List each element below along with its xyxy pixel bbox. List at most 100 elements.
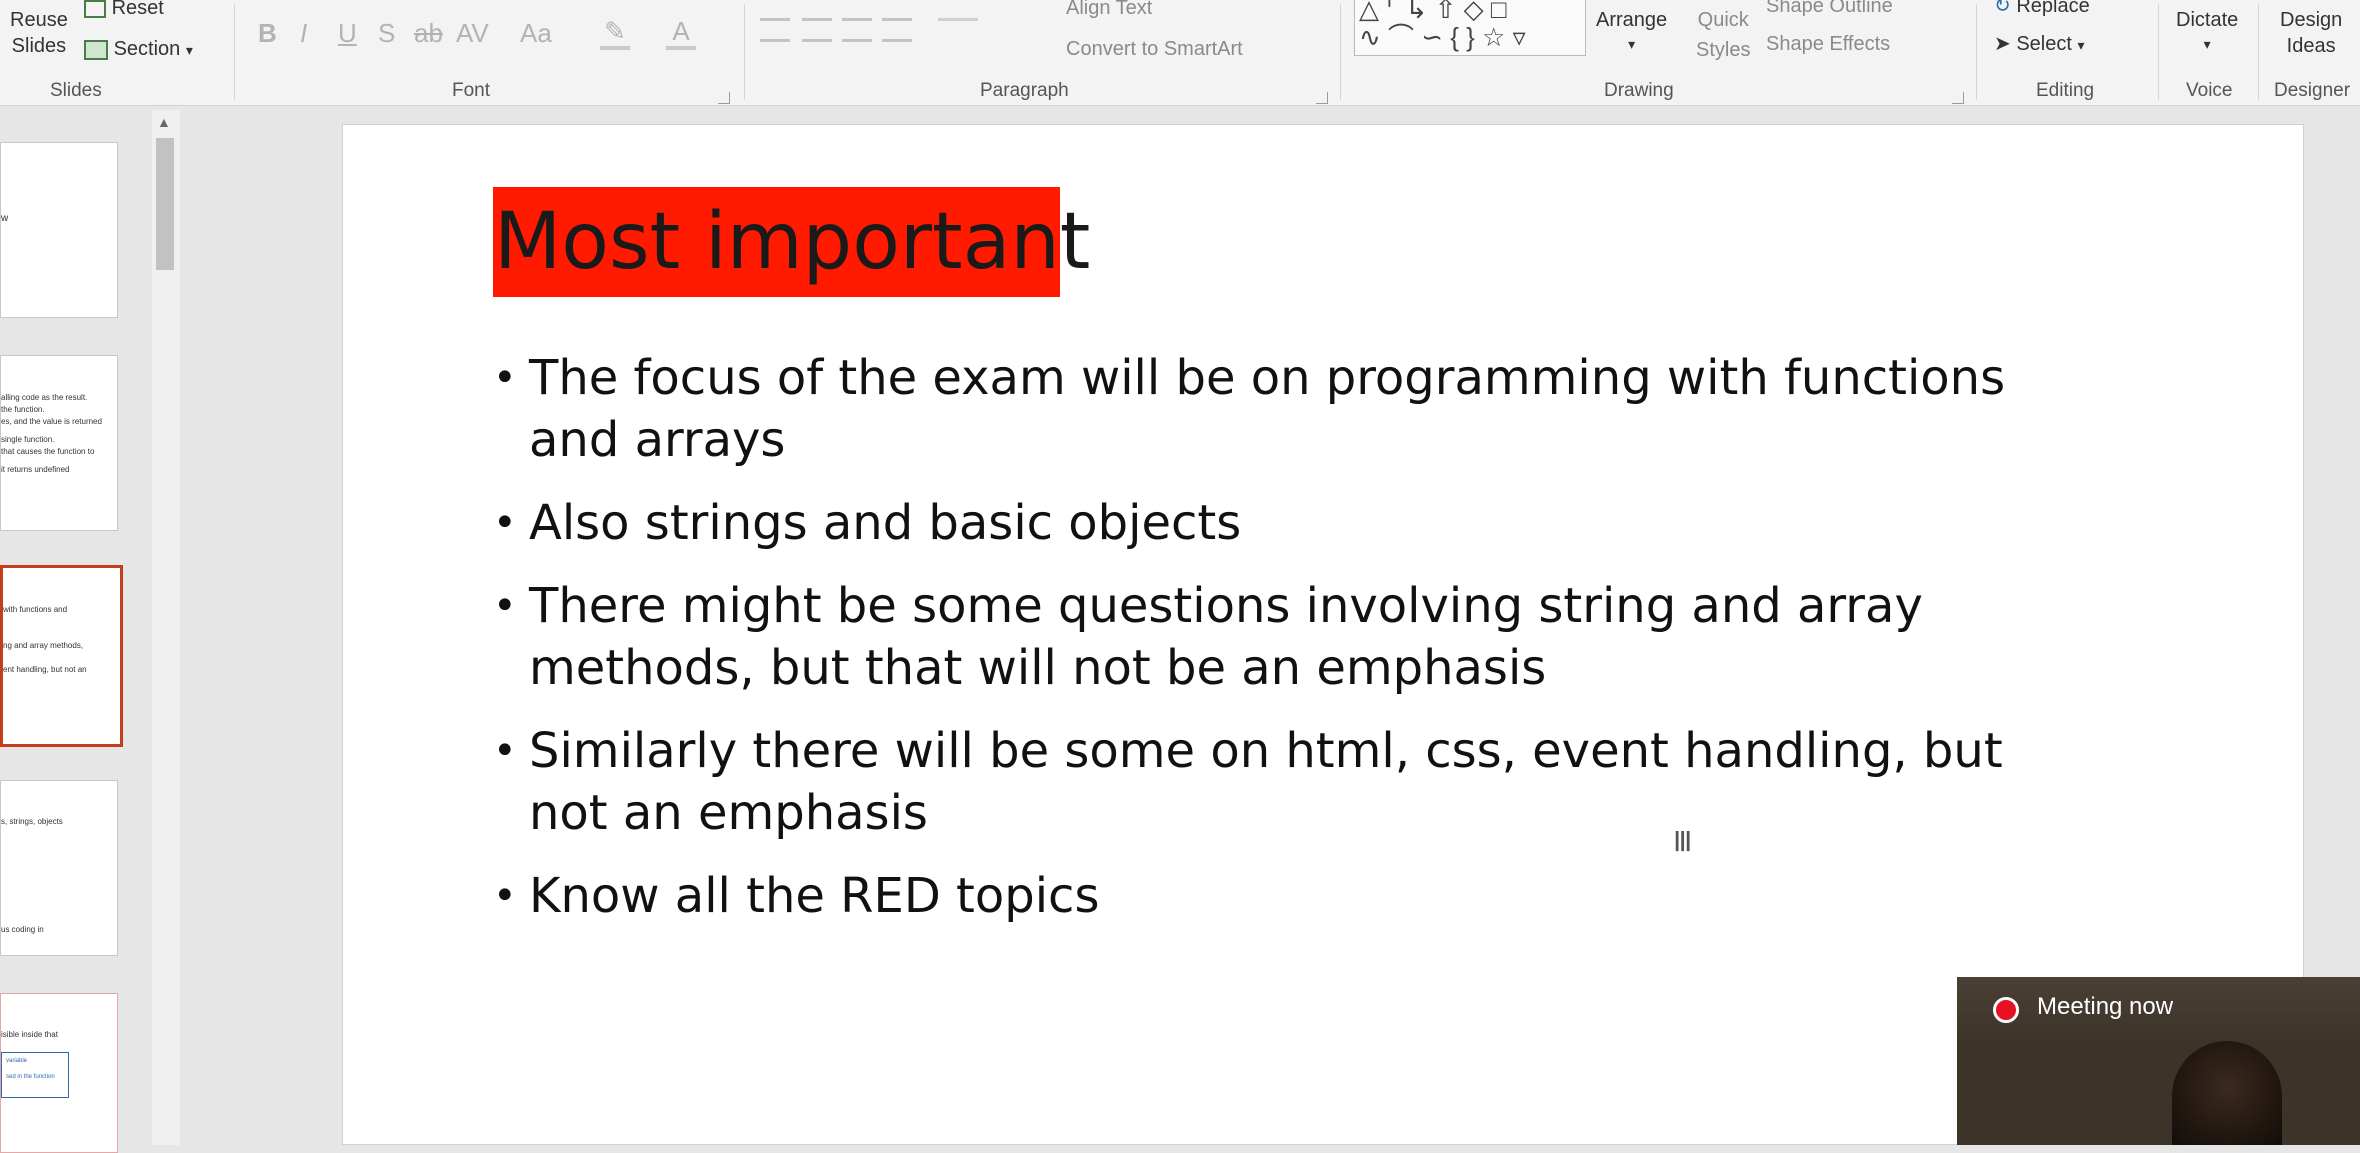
divider [1976, 4, 1977, 100]
quick-styles-button[interactable]: Quick Styles [1696, 8, 1750, 62]
bullet-text: The focus of the exam will be on program… [529, 350, 2006, 468]
thumbnail-line: sed in the function [6, 1074, 55, 1080]
slide-thumbnail[interactable]: w [0, 142, 118, 318]
strikethrough-button[interactable]: ab [414, 18, 443, 48]
scrollbar-thumb[interactable] [156, 138, 174, 270]
thumbnail-scrollbar[interactable]: ▲ [152, 110, 180, 1145]
bullet-icon: • [493, 500, 517, 546]
thumbnail-line: the function. [1, 405, 45, 414]
replace-button[interactable]: ↻ Replace [1994, 0, 2090, 18]
divider [2158, 4, 2159, 100]
arrange-label: Arrange [1596, 9, 1668, 31]
scroll-up-arrow-icon[interactable]: ▲ [157, 114, 171, 130]
thumbnail-text: w [1, 213, 9, 224]
bullet-text: Similarly there will be some on html, cs… [529, 723, 2003, 841]
design-ideas-button[interactable]: Design Ideas [2280, 8, 2342, 58]
bullet-icon: • [493, 355, 517, 401]
thumbnail-line: single function. [1, 435, 55, 444]
character-spacing-button[interactable]: AV [456, 18, 489, 48]
align-text-label: Align Text [1066, 0, 1153, 19]
section-label: Section [113, 38, 181, 60]
bullet-text: Also strings and basic objects [529, 495, 1242, 551]
bullet-item: • Know all the RED topics [493, 865, 2093, 927]
participant-video [2172, 1041, 2282, 1145]
chevron-down-icon: ▾ [2203, 36, 2211, 52]
divider [1340, 4, 1341, 100]
slide-thumbnail[interactable]: s, strings, objects us coding in [0, 780, 118, 956]
reuse-label: Reuse [10, 9, 68, 31]
group-label-voice: Voice [2186, 80, 2233, 101]
bullet-icon: • [493, 728, 517, 774]
align-left-icon[interactable] [760, 18, 790, 42]
chevron-down-icon: ▾ [1628, 36, 1636, 52]
divider [744, 4, 745, 100]
group-label-slides: Slides [50, 80, 102, 101]
convert-smartart-button[interactable]: Convert to SmartArt [1066, 37, 1243, 61]
shapes-gallery[interactable]: △ ⌜ ↳ ⇧ ◇ □ ∿ ⌒ ∽ { } ☆ ▿ [1354, 0, 1586, 56]
slide-thumbnail[interactable]: isible inside that variable sed in the f… [0, 993, 118, 1153]
paragraph-dialog-launcher-icon[interactable] [1316, 92, 1328, 104]
thumbnail-line: with functions and [3, 605, 68, 614]
bullet-item: • The focus of the exam will be on progra… [493, 347, 2093, 471]
slide-body-placeholder[interactable]: • The focus of the exam will be on progra… [493, 347, 2093, 948]
dictate-label: Dictate [2176, 9, 2239, 31]
group-label-designer: Designer [2274, 80, 2351, 101]
slide-thumbnail[interactable]: alling code as the result. the function.… [0, 355, 118, 531]
section-button[interactable]: Section ▾ [84, 37, 193, 62]
align-center-icon[interactable] [802, 18, 832, 42]
bullet-icon: • [493, 583, 517, 629]
meeting-label: Meeting now [2037, 993, 2174, 1020]
thumbnail-line: us coding in [1, 925, 44, 934]
drawing-dialog-launcher-icon[interactable] [1952, 92, 1964, 104]
ideas-label: Ideas [2286, 35, 2336, 57]
bullet-item: • Similarly there will be some on html, c… [493, 720, 2093, 844]
align-right-icon[interactable] [842, 18, 872, 42]
columns-icon[interactable] [938, 18, 978, 38]
slide-thumbnail-selected[interactable]: with functions and ng and array methods,… [0, 565, 123, 747]
text-shadow-button[interactable]: S [378, 18, 395, 48]
recording-indicator-icon [1993, 997, 2019, 1023]
justify-icon[interactable] [882, 18, 912, 42]
italic-button[interactable]: I [300, 18, 307, 48]
dictate-button[interactable]: Dictate ▾ [2176, 8, 2238, 56]
highlight-icon[interactable]: ✎ [600, 16, 630, 50]
shape-outline-button[interactable]: Shape Outline [1766, 0, 1893, 18]
slides-label: Slides [11, 35, 67, 57]
cursor-icon: ➤ [1994, 33, 2011, 55]
reset-button[interactable]: Reset [84, 0, 164, 20]
select-label: Select [2016, 33, 2072, 55]
reset-icon [84, 0, 106, 18]
shape-effects-label: Shape Effects [1766, 33, 1891, 55]
ribbon: Reuse Slides Reset Section ▾ Slides B I … [0, 0, 2360, 106]
thumbnail-line: alling code as the result. [1, 393, 88, 402]
reuse-slides-button[interactable]: Reuse Slides [10, 8, 68, 58]
change-case-button[interactable]: Aa [520, 18, 552, 48]
meeting-video-overlay[interactable]: Meeting now [1957, 977, 2360, 1145]
bullet-text: There might be some questions involving … [529, 578, 1923, 696]
styles-label: Styles [1696, 39, 1751, 61]
convert-smartart-label: Convert to SmartArt [1066, 38, 1243, 60]
meeting-header: Meeting now [1957, 977, 2360, 1043]
shape-effects-button[interactable]: Shape Effects [1766, 32, 1890, 56]
section-icon [84, 39, 108, 60]
underline-button[interactable]: U [338, 18, 357, 48]
thumbnail-text: alling code as the result. the function.… [1, 392, 102, 476]
arrange-button[interactable]: Arrange ▾ [1596, 8, 1667, 56]
divider [2258, 4, 2259, 100]
bold-button[interactable]: B [258, 18, 277, 48]
bullet-text: Know all the RED topics [529, 868, 1100, 924]
bullet-icon: • [493, 873, 517, 919]
group-label-paragraph: Paragraph [980, 80, 1069, 101]
thumbnail-callout: variable sed in the function [1, 1052, 69, 1098]
chevron-down-icon: ▾ [185, 42, 193, 58]
select-button[interactable]: ➤ Select ▾ [1994, 32, 2085, 57]
shape-outline-label: Shape Outline [1766, 0, 1893, 17]
font-dialog-launcher-icon[interactable] [718, 92, 730, 104]
slide-title-placeholder[interactable]: Most important [493, 187, 1090, 297]
text-cursor-icon: Ⅲ [1673, 826, 1693, 857]
thumbnail-line: s, strings, objects [1, 817, 63, 826]
font-color-icon[interactable]: A [666, 16, 696, 50]
replace-label: Replace [2016, 0, 2090, 17]
align-text-button[interactable]: Align Text [1066, 0, 1152, 20]
bullet-item: • Also strings and basic objects [493, 492, 2093, 554]
